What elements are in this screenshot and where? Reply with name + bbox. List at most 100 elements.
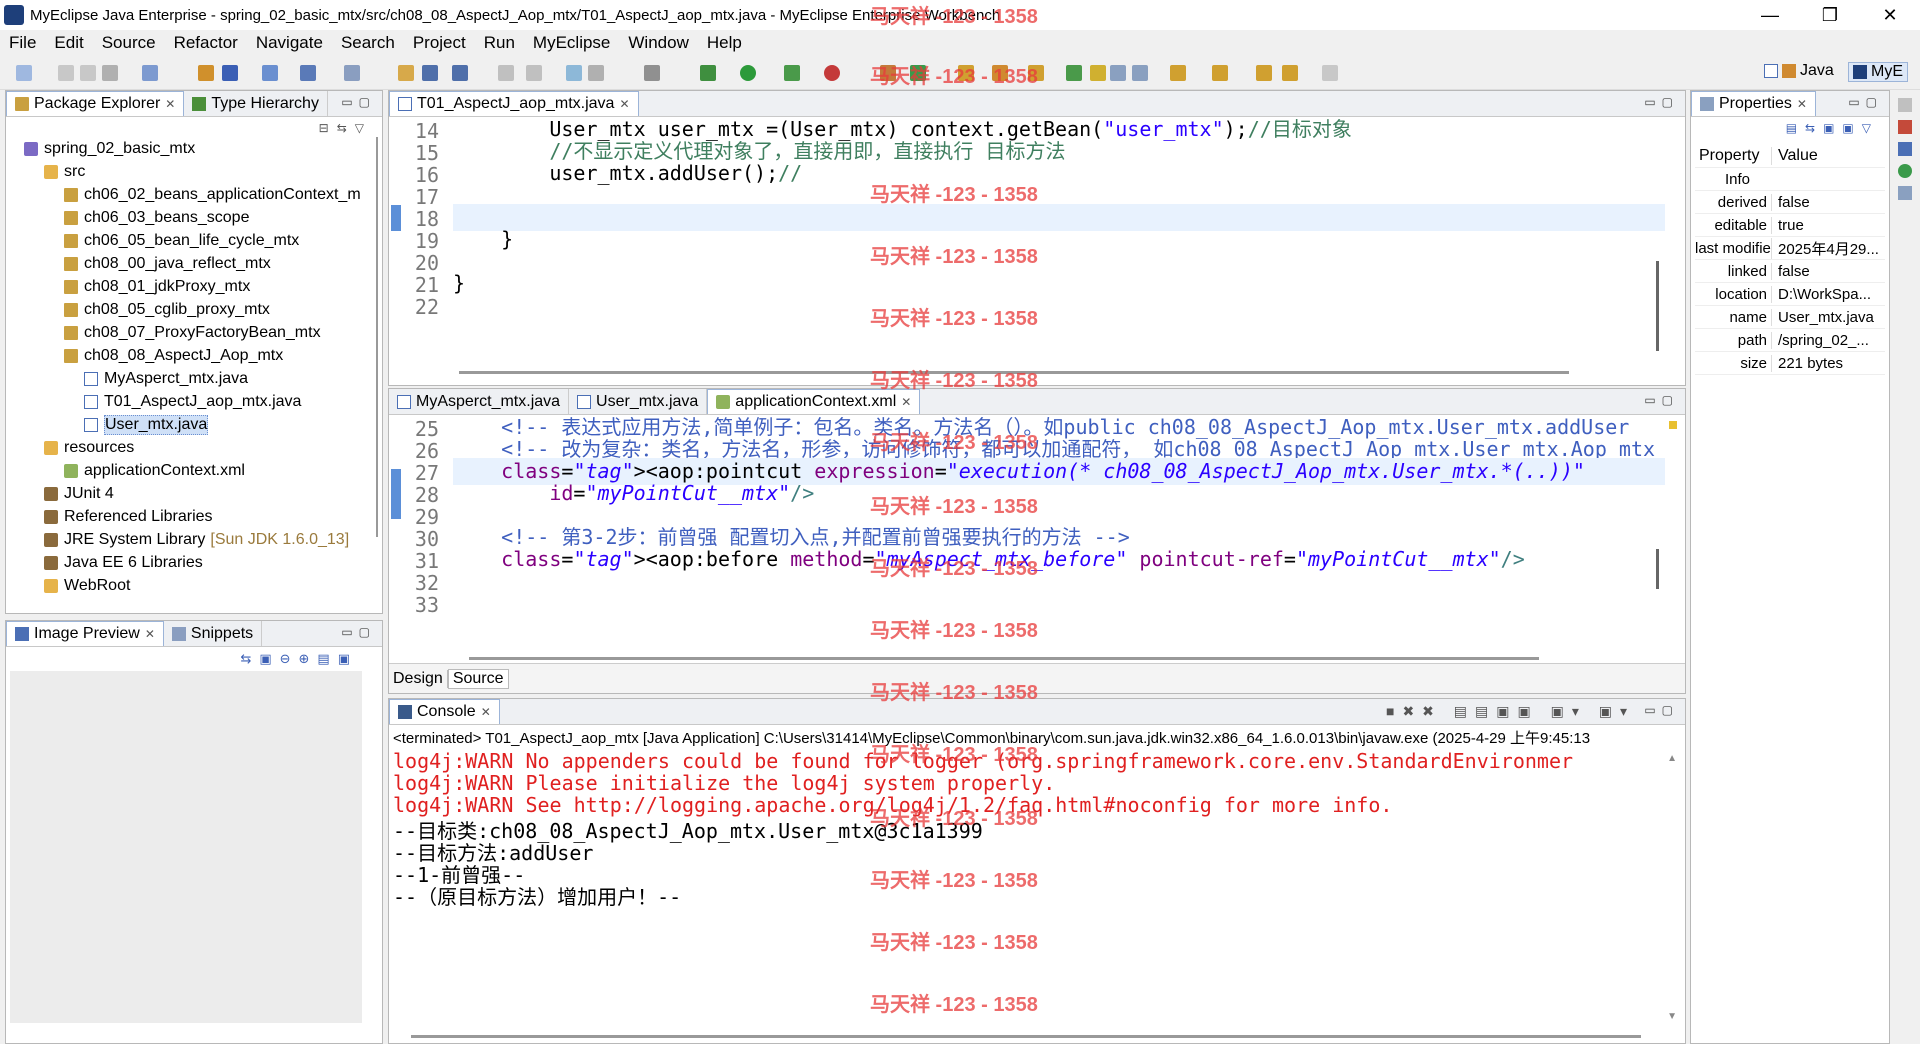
property-row[interactable]: last modified 2025年4月29... bbox=[1695, 237, 1885, 260]
problems-icon[interactable] bbox=[1898, 120, 1912, 134]
menu-search[interactable]: Search bbox=[332, 33, 404, 53]
property-row[interactable]: linked false bbox=[1695, 260, 1885, 283]
vertical-scrollbar[interactable] bbox=[376, 137, 378, 537]
menu-source[interactable]: Source bbox=[93, 33, 165, 53]
close-tab-icon[interactable]: ✕ bbox=[1797, 97, 1807, 111]
run-icon[interactable] bbox=[740, 65, 756, 81]
tree-item[interactable]: ch08_00_java_reflect_mtx bbox=[6, 252, 368, 275]
tab-image-preview[interactable]: Image Preview ✕ bbox=[6, 621, 164, 646]
tab-myasperct[interactable]: MyAsperct_mtx.java bbox=[389, 389, 570, 414]
perspective-java[interactable]: Java bbox=[1764, 62, 1834, 80]
tree-item[interactable]: spring_02_basic_mtx bbox=[6, 137, 368, 160]
close-tab-icon[interactable]: ✕ bbox=[481, 705, 491, 719]
terminal-icon[interactable] bbox=[644, 65, 660, 81]
tree-item[interactable]: MyAsperct_mtx.java bbox=[6, 367, 368, 390]
scroll-up-arrow[interactable]: ▲ bbox=[1667, 753, 1677, 764]
horizontal-scrollbar[interactable] bbox=[411, 1035, 1641, 1038]
open-folder-icon[interactable] bbox=[958, 65, 974, 81]
forward-icon[interactable] bbox=[1322, 65, 1338, 81]
menu-file[interactable]: File bbox=[0, 33, 45, 53]
globe-icon[interactable] bbox=[452, 65, 468, 81]
view-minmax-controls[interactable]: ▭▢ bbox=[1848, 95, 1883, 109]
open-type-icon[interactable] bbox=[198, 65, 214, 81]
tab-console[interactable]: Console ✕ bbox=[389, 699, 500, 724]
new-project-icon[interactable] bbox=[566, 65, 582, 81]
tree-item[interactable]: ch08_07_ProxyFactoryBean_mtx bbox=[6, 321, 368, 344]
deploy-icon[interactable] bbox=[262, 65, 278, 81]
show-whitespace-icon[interactable] bbox=[1132, 65, 1148, 81]
close-tab-icon[interactable]: ✕ bbox=[619, 97, 629, 111]
tab-snippets[interactable]: Snippets bbox=[164, 621, 263, 646]
menu-run[interactable]: Run bbox=[475, 33, 524, 53]
tree-item[interactable]: Referenced Libraries bbox=[6, 505, 368, 528]
tab-design[interactable]: Design bbox=[389, 669, 448, 688]
new-java-project-icon[interactable] bbox=[880, 65, 896, 81]
menu-refactor[interactable]: Refactor bbox=[165, 33, 247, 53]
menu-window[interactable]: Window bbox=[619, 33, 697, 53]
tab-properties[interactable]: Properties ✕ bbox=[1691, 91, 1816, 116]
tree-item[interactable]: ch08_01_jdkProxy_mtx bbox=[6, 275, 368, 298]
minimize-button[interactable]: — bbox=[1740, 0, 1800, 30]
editor-minmax-controls[interactable]: ▭▢ bbox=[1644, 393, 1679, 407]
search-web-icon[interactable] bbox=[588, 65, 604, 81]
perspective-myeclipse[interactable]: MyE bbox=[1848, 62, 1908, 82]
menu-myeclipse[interactable]: MyEclipse bbox=[524, 33, 619, 53]
view-minmax-controls[interactable]: ▭▢ bbox=[341, 625, 376, 639]
new-icon[interactable] bbox=[16, 65, 32, 81]
properties-toolbar[interactable]: ▤⇆▣▣▽ bbox=[1786, 121, 1879, 135]
property-row[interactable]: path/spring_02_... bbox=[1695, 329, 1885, 352]
coverage-icon[interactable] bbox=[784, 65, 800, 81]
tree-item[interactable]: ch08_05_cglib_proxy_mtx bbox=[6, 298, 368, 321]
tree-item[interactable]: ch06_02_beans_applicationContext_m bbox=[6, 183, 368, 206]
property-row[interactable]: size 221 bytes bbox=[1695, 352, 1885, 375]
outline-icon[interactable] bbox=[1898, 142, 1912, 156]
java-code-area[interactable]: 14 User_mtx user_mtx =(User_mtx) context… bbox=[403, 119, 1665, 365]
editor-minmax-controls[interactable]: ▭▢ bbox=[1644, 95, 1679, 109]
server-icon[interactable] bbox=[344, 65, 360, 81]
property-row[interactable]: name User_mtx.java bbox=[1695, 306, 1885, 329]
console-toolbar[interactable]: ■✖✖ ▤▤▣▣ ▣▾ ▣▾ bbox=[1386, 703, 1635, 720]
tab-application-context[interactable]: applicationContext.xml ✕ bbox=[707, 389, 921, 414]
tasks-icon[interactable] bbox=[1898, 186, 1912, 200]
tree-item[interactable]: resources bbox=[6, 436, 368, 459]
last-edit-icon[interactable] bbox=[1256, 65, 1272, 81]
tree-item[interactable]: Java EE 6 Libraries bbox=[6, 551, 368, 574]
properties-group-info[interactable]: Info bbox=[1695, 168, 1885, 191]
close-tab-icon[interactable]: ✕ bbox=[145, 627, 155, 641]
horizontal-scrollbar[interactable] bbox=[469, 657, 1539, 660]
prev-annotation-icon[interactable] bbox=[1212, 65, 1228, 81]
tree-item[interactable]: WebRoot bbox=[6, 574, 368, 597]
xml-code-area[interactable]: 25 <!-- 表达式应用方法,简单例子：包名。类名。方法名（）。如public… bbox=[403, 417, 1665, 651]
run-server-icon[interactable] bbox=[422, 65, 438, 81]
maximize-button[interactable]: ❐ bbox=[1800, 0, 1860, 30]
code-line[interactable] bbox=[453, 590, 1665, 617]
property-row[interactable]: derived false bbox=[1695, 191, 1885, 214]
vertical-scrollbar[interactable] bbox=[1656, 261, 1659, 351]
servers-icon[interactable] bbox=[1898, 164, 1912, 178]
tab-t01-aspectj[interactable]: T01_AspectJ_aop_mtx.java ✕ bbox=[389, 91, 639, 116]
tree-item[interactable]: applicationContext.xml bbox=[6, 459, 368, 482]
tab-type-hierarchy[interactable]: Type Hierarchy bbox=[184, 91, 328, 116]
tab-source[interactable]: Source bbox=[447, 668, 509, 689]
open-task-icon[interactable] bbox=[1028, 65, 1044, 81]
save-all-icon[interactable] bbox=[80, 65, 96, 81]
vertical-scrollbar[interactable] bbox=[1656, 549, 1659, 589]
web-browser-icon[interactable] bbox=[300, 65, 316, 81]
new-package-icon[interactable] bbox=[398, 65, 414, 81]
menu-help[interactable]: Help bbox=[698, 33, 751, 53]
open-resource-icon[interactable] bbox=[222, 65, 238, 81]
tree-item[interactable]: JUnit 4 bbox=[6, 482, 368, 505]
print-icon[interactable] bbox=[102, 65, 118, 81]
close-button[interactable]: ✕ bbox=[1860, 0, 1920, 30]
save-icon[interactable] bbox=[58, 65, 74, 81]
restore-icon[interactable] bbox=[1898, 98, 1912, 112]
close-tab-icon[interactable]: ✕ bbox=[165, 97, 175, 111]
new-class-icon[interactable] bbox=[992, 65, 1008, 81]
console-minmax-controls[interactable]: ▭▢ bbox=[1644, 703, 1679, 717]
menu-navigate[interactable]: Navigate bbox=[247, 33, 332, 53]
menu-project[interactable]: Project bbox=[404, 33, 475, 53]
tree-item[interactable]: ch06_03_beans_scope bbox=[6, 206, 368, 229]
close-tab-icon[interactable]: ✕ bbox=[901, 395, 911, 409]
tree-item[interactable]: ch08_08_AspectJ_Aop_mtx bbox=[6, 344, 368, 367]
tree-item[interactable]: User_mtx.java bbox=[6, 413, 368, 436]
